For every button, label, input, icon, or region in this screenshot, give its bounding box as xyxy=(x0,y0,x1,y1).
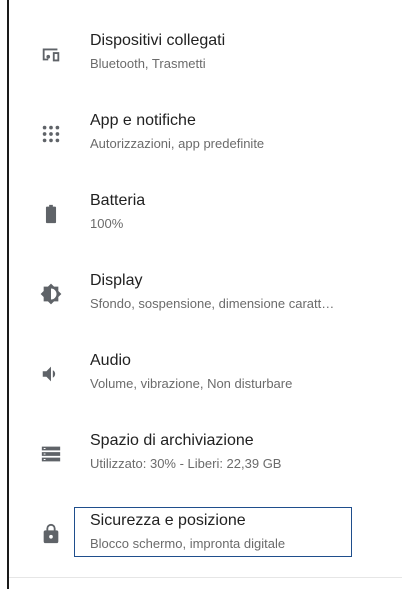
settings-item-title: Batteria xyxy=(90,192,146,209)
settings-item-title: Spazio di archiviazione xyxy=(90,432,254,449)
settings-item-title: Audio xyxy=(90,352,131,369)
settings-item-battery[interactable]: Batteria 100% xyxy=(9,160,402,240)
volume-icon xyxy=(39,362,63,386)
connected-devices-icon xyxy=(39,42,63,66)
settings-item-apps-notifications[interactable]: App e notifiche Autorizzazioni, app pred… xyxy=(9,80,402,160)
settings-item-subtitle: 100% xyxy=(90,216,124,231)
settings-item-subtitle: Sfondo, sospensione, dimensione caratt… xyxy=(90,296,335,311)
settings-item-subtitle: Bluetooth, Trasmetti xyxy=(90,56,206,71)
focus-highlight-box xyxy=(74,507,352,557)
settings-item-subtitle: Autorizzazioni, app predefinite xyxy=(90,136,265,151)
settings-item-audio[interactable]: Audio Volume, vibrazione, Non disturbare xyxy=(9,320,402,400)
settings-item-display[interactable]: Display Sfondo, sospensione, dimensione … xyxy=(9,240,402,320)
settings-item-connected-devices[interactable]: Dispositivi collegati Bluetooth, Trasmet… xyxy=(9,0,402,80)
settings-item-title: App e notifiche xyxy=(90,112,196,129)
settings-item-subtitle: Volume, vibrazione, Non disturbare xyxy=(90,376,293,391)
settings-item-title: Dispositivi collegati xyxy=(90,32,226,49)
settings-item-storage[interactable]: Spazio di archiviazione Utilizzato: 30% … xyxy=(9,400,402,480)
storage-icon xyxy=(39,442,63,466)
bottom-divider xyxy=(9,577,402,578)
battery-icon xyxy=(39,202,63,226)
apps-grid-icon xyxy=(39,122,63,146)
lock-icon xyxy=(39,522,63,546)
settings-item-title: Display xyxy=(90,272,143,289)
settings-item-subtitle: Utilizzato: 30% - Liberi: 22,39 GB xyxy=(90,456,282,471)
brightness-icon xyxy=(39,282,63,306)
